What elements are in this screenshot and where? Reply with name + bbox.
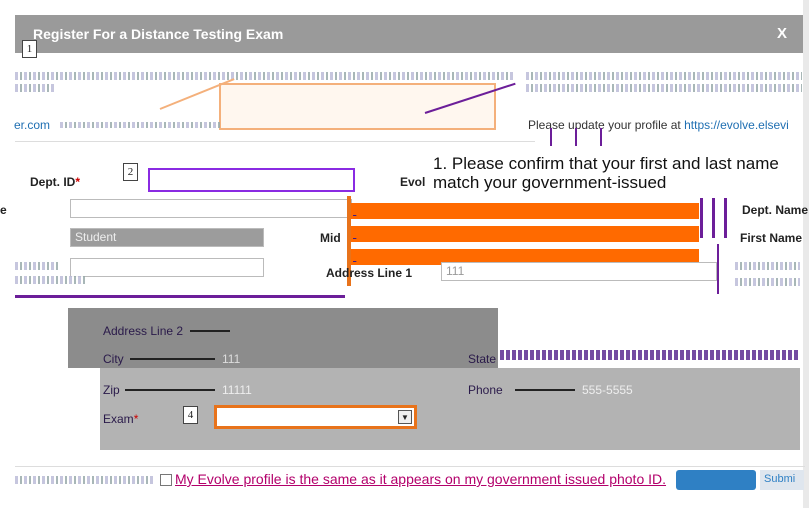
instruction-line-2 [347, 226, 699, 242]
dialog-titlebar: Register For a Distance Testing Exam X [15, 15, 803, 53]
blurred-text [15, 276, 85, 284]
register-dialog: Register For a Distance Testing Exam X 1… [0, 0, 809, 508]
instructions-text: 1. Please confirm that your first and la… [433, 154, 779, 192]
zip-label: Zip [103, 383, 120, 397]
contact-panel [100, 368, 800, 450]
exam-select[interactable]: ▼ [214, 405, 417, 429]
exam-label: Exam* [103, 412, 139, 426]
city-value[interactable]: 111 [222, 352, 240, 366]
profile-update-text: Please update your profile at https://ev… [528, 118, 789, 132]
marker [550, 128, 552, 146]
address2-label: Address Line 2 [103, 324, 184, 338]
dept-name-label: Dept. Name [742, 203, 809, 217]
last-name-input[interactable] [70, 258, 264, 277]
marker [717, 244, 719, 294]
field-stripe [125, 389, 215, 391]
field-stripe [190, 330, 230, 332]
name-input[interactable] [70, 199, 352, 218]
marker [600, 128, 602, 146]
first-name-label: First Name [740, 231, 803, 245]
blurred-text [15, 84, 55, 92]
instruction-line-1 [347, 203, 699, 219]
callout-2: 2 [123, 163, 138, 181]
phone-label: Phone [468, 383, 503, 397]
marker [712, 198, 715, 238]
city-label: City [103, 352, 124, 366]
callout-1: 1 [22, 40, 37, 58]
blurred-text [735, 262, 800, 270]
dept-id-label: Dept. ID* [30, 175, 81, 189]
blurred-text [500, 350, 800, 360]
confirm-text: My Evolve profile is the same as it appe… [175, 471, 667, 487]
highlight-box [219, 83, 496, 130]
blurred-text [526, 72, 802, 80]
marker [724, 198, 727, 238]
dept-id-input[interactable] [148, 168, 355, 192]
chevron-down-icon[interactable]: ▼ [398, 410, 412, 424]
close-icon[interactable]: X [777, 25, 787, 42]
zip-value[interactable]: 11111 [222, 383, 252, 397]
underline [15, 295, 345, 298]
phone-value[interactable]: 555-5555 [582, 383, 633, 397]
blurred-text [60, 122, 220, 128]
marker [575, 128, 577, 146]
blurred-text [15, 262, 60, 270]
field-stripe [515, 389, 575, 391]
submit-button[interactable]: Submi [760, 470, 804, 490]
blurred-text [735, 278, 800, 286]
blurred-text [15, 476, 155, 484]
evolve-label: Evol [400, 175, 426, 189]
address1-label: Address Line 1 [326, 266, 413, 280]
divider [15, 141, 535, 142]
blurred-text [526, 84, 802, 92]
state-label: State [468, 352, 497, 366]
divider [15, 466, 805, 467]
address1-input[interactable]: 111 [441, 262, 717, 281]
middle-label: Mid [320, 231, 341, 245]
role-input[interactable]: Student [70, 228, 264, 247]
marker [700, 198, 703, 238]
scrollbar-edge [803, 0, 809, 508]
e-label: e [0, 203, 7, 217]
confirm-checkbox[interactable] [160, 474, 172, 486]
blurred-text [15, 72, 515, 80]
profile-link-left[interactable]: er.com [14, 118, 50, 132]
dialog-title: Register For a Distance Testing Exam [33, 26, 284, 42]
profile-update-link[interactable]: https://evolve.elsevi [684, 118, 789, 132]
field-stripe [130, 358, 215, 360]
callout-4: 4 [183, 406, 198, 424]
primary-button[interactable] [676, 470, 756, 490]
